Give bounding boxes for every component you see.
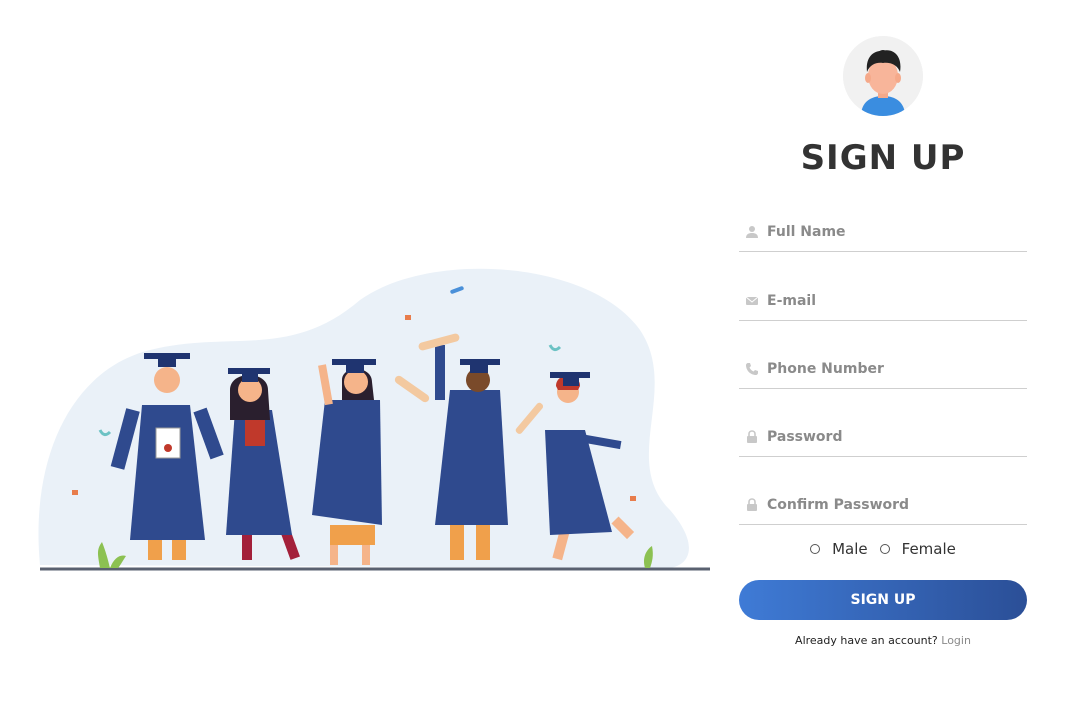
gender-female-option[interactable]: Female — [879, 540, 956, 558]
password-field[interactable] — [739, 417, 1027, 457]
male-label: Male — [832, 540, 868, 558]
signup-button[interactable]: SIGN UP — [739, 580, 1027, 620]
confirm-password-input[interactable] — [767, 489, 1017, 520]
user-icon — [742, 222, 762, 242]
phone-input[interactable] — [767, 353, 1017, 384]
gender-selector: Male Female — [739, 540, 1027, 558]
female-radio[interactable] — [879, 544, 890, 554]
phone-field[interactable] — [739, 349, 1027, 389]
female-label: Female — [901, 540, 956, 558]
avatar-icon — [843, 36, 923, 116]
page-title: SIGN UP — [800, 138, 966, 178]
envelope-icon — [742, 291, 762, 311]
login-prompt: Already have an account? Login — [739, 634, 1027, 647]
gender-male-option[interactable]: Male — [810, 540, 868, 558]
login-link[interactable]: Login — [941, 634, 971, 647]
avatar — [843, 36, 923, 116]
lock-icon — [742, 495, 762, 515]
graduation-illustration — [30, 260, 720, 580]
full-name-field[interactable] — [739, 212, 1027, 252]
confirm-password-field[interactable] — [739, 485, 1027, 525]
password-input[interactable] — [767, 421, 1017, 452]
email-input[interactable] — [767, 285, 1017, 316]
phone-icon — [742, 359, 762, 379]
email-field[interactable] — [739, 281, 1027, 321]
male-radio[interactable] — [810, 544, 821, 554]
lock-icon — [742, 427, 762, 447]
full-name-input[interactable] — [767, 216, 1017, 247]
login-prompt-text: Already have an account? — [795, 634, 938, 647]
